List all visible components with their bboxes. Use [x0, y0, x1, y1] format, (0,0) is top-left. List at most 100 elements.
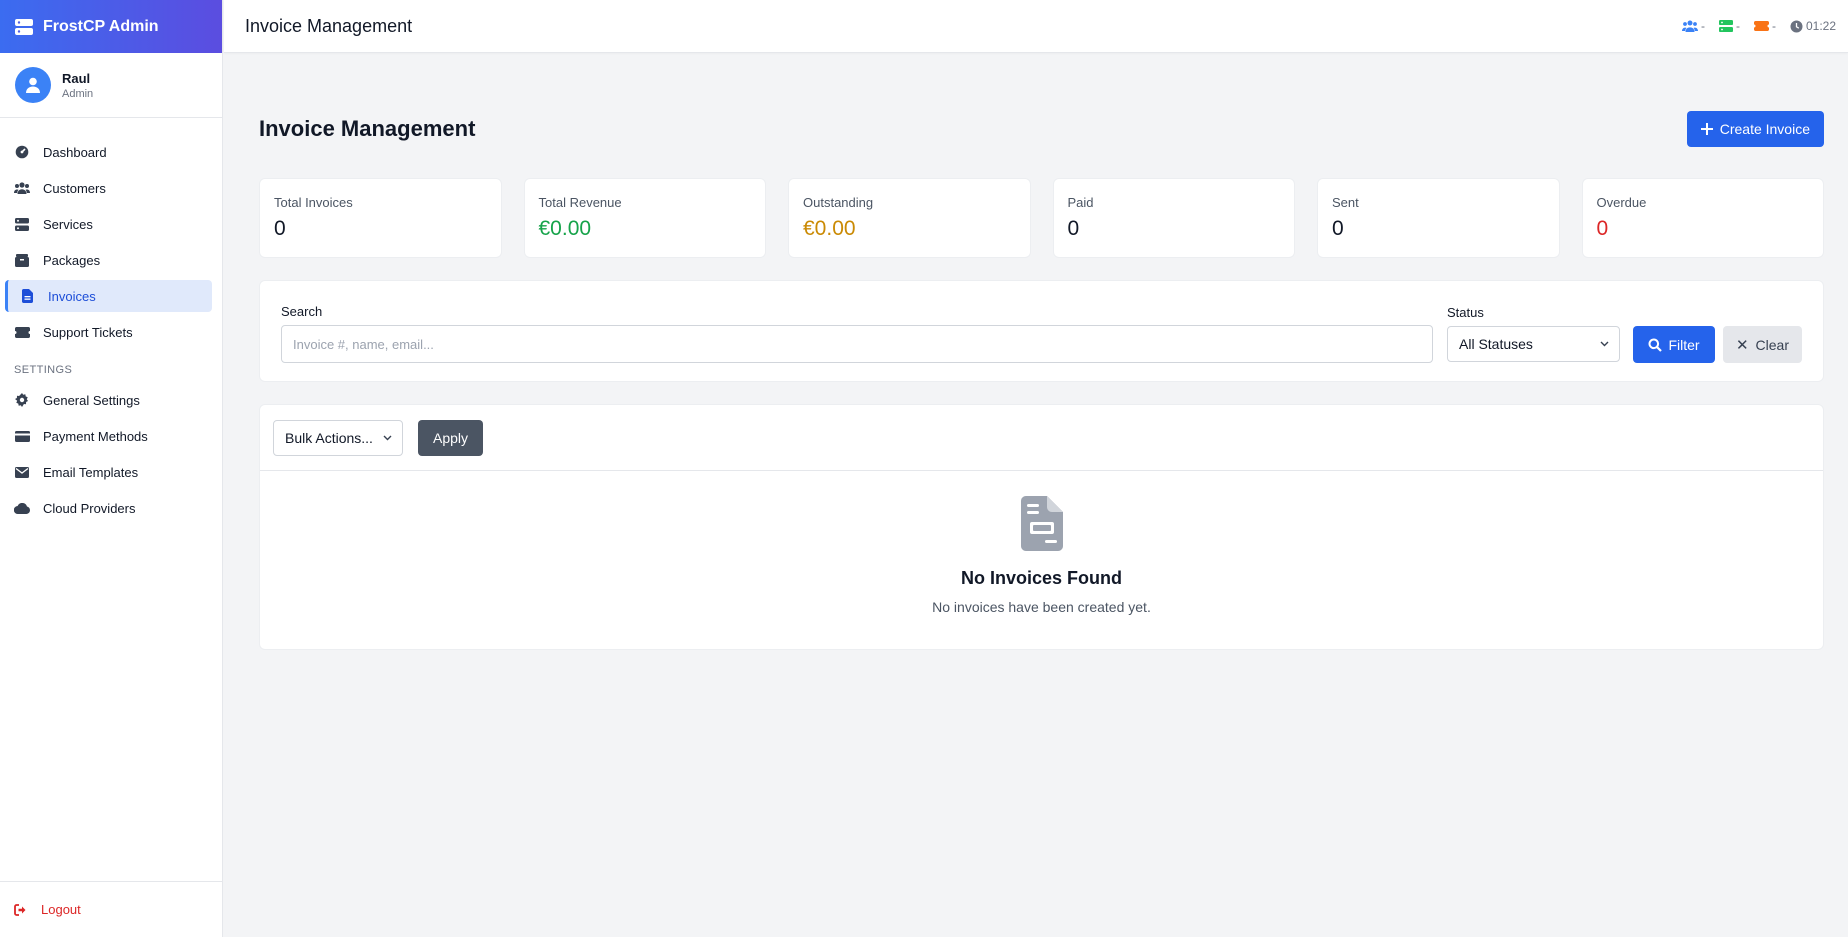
logout-icon — [14, 903, 28, 916]
sidebar-item-customers[interactable]: Customers — [5, 172, 212, 204]
filter-button[interactable]: Filter — [1633, 326, 1715, 363]
file-invoice-icon — [1020, 496, 1063, 551]
search-icon — [1648, 338, 1663, 352]
sidebar-item-label: Dashboard — [43, 144, 107, 160]
sidebar-item-label: Support Tickets — [43, 324, 133, 340]
topbar-title: Invoice Management — [245, 15, 413, 36]
logout-label: Logout — [41, 902, 81, 917]
invoice-list: Bulk Actions... Apply No Invoices Found … — [259, 404, 1824, 650]
ticket-icon — [1753, 21, 1769, 31]
servers-status[interactable]: - — [1718, 19, 1740, 33]
stat-value: €0.00 — [538, 217, 592, 240]
stat-value: €0.00 — [803, 217, 856, 240]
stat-value: 0 — [274, 217, 286, 240]
chevron-down-icon — [383, 435, 392, 441]
sidebar-item-support-tickets[interactable]: Support Tickets — [5, 316, 212, 348]
sidebar-item-label: Payment Methods — [43, 428, 148, 444]
stat-label: Overdue — [1596, 195, 1647, 210]
stat-label: Total Revenue — [538, 195, 622, 210]
clear-label: Clear — [1755, 336, 1790, 353]
servers-count: - — [1735, 19, 1740, 33]
sidebar-item-label: Email Templates — [43, 464, 139, 480]
sidebar-item-invoices[interactable]: Invoices — [5, 280, 212, 312]
sidebar-item-payment-methods[interactable]: Payment Methods — [5, 420, 212, 452]
status-label: Status — [1447, 305, 1484, 320]
stat-total-revenue: Total Revenue €0.00 — [523, 178, 766, 258]
main-content: Invoice Management Create Invoice Total … — [259, 53, 1824, 650]
sidebar-item-packages[interactable]: Packages — [5, 244, 212, 276]
invoice-icon — [19, 288, 35, 304]
ticket-icon — [14, 324, 30, 340]
sidebar: FrostCP Admin Raul Admin Dashboard Custo… — [0, 0, 223, 937]
user-profile[interactable]: Raul Admin — [0, 53, 222, 118]
user-role: Admin — [62, 87, 94, 100]
brand-name: FrostCP Admin — [43, 17, 159, 35]
tickets-count: - — [1771, 19, 1776, 33]
users-icon — [1681, 20, 1698, 32]
empty-title: No Invoices Found — [960, 568, 1122, 588]
stat-paid: Paid 0 — [1052, 178, 1295, 258]
stat-total-invoices: Total Invoices 0 — [259, 178, 502, 258]
settings-heading: SETTINGS — [14, 364, 73, 376]
users-icon — [14, 180, 30, 196]
sidebar-item-email-templates[interactable]: Email Templates — [5, 456, 212, 488]
sidebar-item-dashboard[interactable]: Dashboard — [5, 136, 212, 168]
stat-value: 0 — [1332, 217, 1344, 240]
bulk-actions-value: Bulk Actions... — [285, 430, 373, 446]
bulk-actions-select[interactable]: Bulk Actions... — [273, 420, 403, 456]
server-icon — [15, 18, 33, 35]
filter-panel: Search Status All Statuses Filter ✕ Clea… — [259, 280, 1824, 382]
sidebar-item-services[interactable]: Services — [5, 208, 212, 240]
envelope-icon — [14, 464, 30, 480]
stat-label: Sent — [1332, 195, 1359, 210]
stat-sent: Sent 0 — [1317, 178, 1560, 258]
sidebar-item-general-settings[interactable]: General Settings — [5, 384, 212, 416]
avatar — [15, 67, 51, 103]
stat-value: 0 — [1596, 217, 1609, 240]
box-icon — [14, 252, 30, 268]
dashboard-icon — [14, 144, 30, 160]
empty-message: No invoices have been created yet. — [932, 599, 1151, 615]
users-status[interactable]: - — [1681, 19, 1705, 33]
stat-overdue: Overdue 0 — [1581, 178, 1824, 258]
stat-label: Outstanding — [803, 195, 874, 210]
user-icon — [26, 77, 40, 93]
clear-button[interactable]: ✕ Clear — [1723, 326, 1802, 363]
plus-icon — [1700, 122, 1713, 135]
create-invoice-button[interactable]: Create Invoice — [1686, 110, 1824, 147]
apply-button[interactable]: Apply — [418, 420, 483, 456]
stat-outstanding: Outstanding €0.00 — [788, 178, 1031, 258]
stat-label: Total Invoices — [274, 195, 353, 210]
sidebar-item-label: Customers — [43, 180, 106, 196]
page-title: Invoice Management — [259, 115, 476, 141]
status-select[interactable]: All Statuses — [1447, 326, 1620, 362]
server-icon — [14, 216, 30, 232]
topbar: Invoice Management - - - 01:22 — [224, 0, 1848, 53]
cloud-icon — [14, 500, 30, 516]
close-icon: ✕ — [1735, 336, 1749, 354]
search-input[interactable] — [281, 325, 1433, 363]
users-count: - — [1700, 19, 1705, 33]
stat-value: 0 — [1067, 217, 1080, 240]
chevron-down-icon — [1600, 341, 1609, 347]
page-header: Invoice Management Create Invoice — [259, 53, 1824, 178]
status-indicators: - - - 01:22 — [1668, 19, 1836, 33]
stats-row: Total Invoices 0 Total Revenue €0.00 Out… — [259, 178, 1824, 258]
user-name: Raul — [62, 70, 91, 86]
clock: 01:22 — [1790, 19, 1836, 33]
logout-button[interactable]: Logout — [0, 881, 222, 937]
empty-state: No Invoices Found No invoices have been … — [260, 471, 1823, 615]
sidebar-item-cloud-providers[interactable]: Cloud Providers — [5, 492, 212, 524]
filter-label: Filter — [1668, 336, 1700, 353]
sidebar-item-label: Services — [43, 216, 93, 232]
stat-label: Paid — [1067, 195, 1094, 210]
create-invoice-label: Create Invoice — [1719, 120, 1810, 137]
list-toolbar: Bulk Actions... Apply — [260, 405, 1823, 471]
search-label: Search — [281, 304, 323, 319]
clock-time: 01:22 — [1805, 19, 1836, 33]
sidebar-nav: Dashboard Customers Services Packages In… — [0, 118, 222, 881]
brand[interactable]: FrostCP Admin — [0, 0, 222, 53]
sidebar-item-label: Invoices — [48, 288, 96, 304]
tickets-status[interactable]: - — [1753, 19, 1776, 33]
sidebar-item-label: Packages — [43, 252, 101, 268]
